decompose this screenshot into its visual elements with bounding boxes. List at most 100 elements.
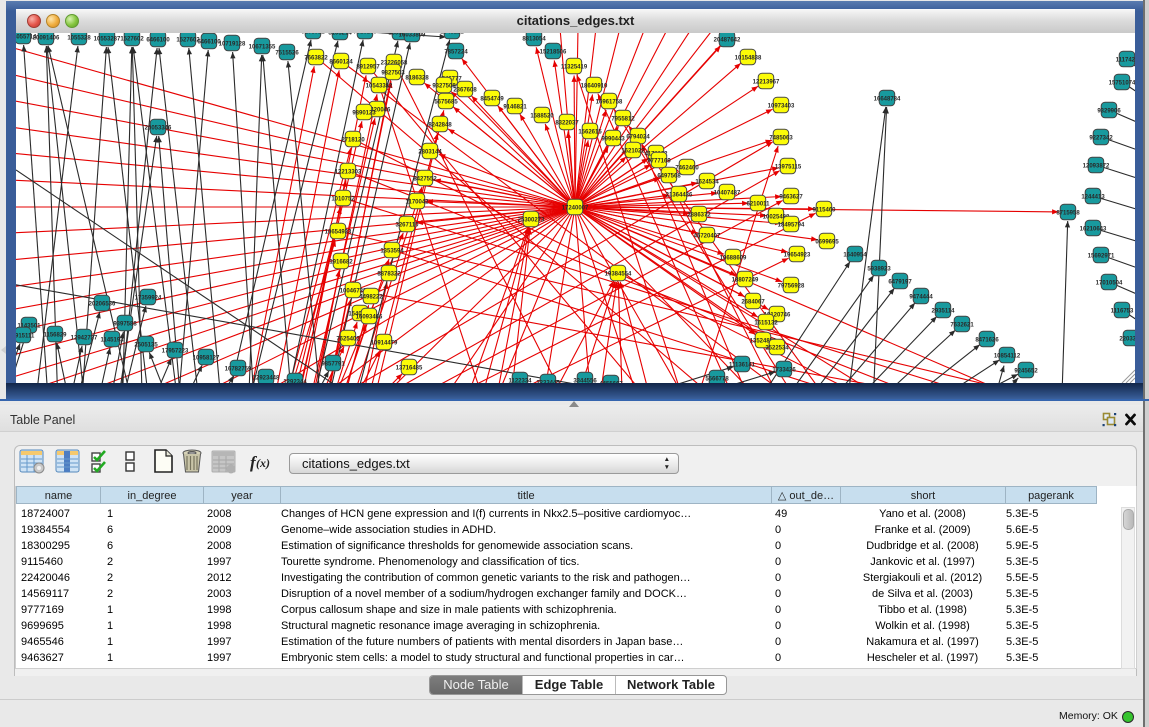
svg-text:2718120: 2718120 (341, 137, 365, 143)
svg-text:20487642: 20487642 (714, 37, 741, 43)
svg-text:8242848: 8242848 (428, 122, 452, 128)
svg-text:1916682: 1916682 (329, 259, 353, 265)
svg-text:9857791: 9857791 (321, 361, 345, 367)
svg-text:1117421: 1117421 (1116, 57, 1135, 63)
svg-text:2684067: 2684067 (741, 299, 765, 305)
svg-text:1353594: 1353594 (380, 248, 404, 254)
svg-text:7857224: 7857224 (444, 49, 468, 55)
svg-text:16648784: 16648784 (874, 96, 901, 102)
svg-text:17359924: 17359924 (135, 295, 162, 301)
svg-text:1615132: 1615132 (754, 320, 778, 326)
svg-text:10914479: 10914479 (371, 340, 398, 346)
svg-text:9146821: 9146821 (503, 104, 527, 110)
svg-text:10854112: 10854112 (994, 353, 1021, 359)
svg-text:6794024: 6794024 (626, 134, 650, 140)
svg-text:18807249: 18807249 (732, 277, 759, 283)
svg-text:12213967: 12213967 (753, 79, 780, 85)
svg-text:1621022: 1621022 (621, 148, 645, 154)
svg-text:1170042: 1170042 (405, 199, 429, 205)
svg-text:11325419: 11325419 (561, 64, 588, 70)
svg-text:1527602: 1527602 (120, 36, 144, 42)
svg-text:8912957: 8912957 (356, 64, 380, 70)
svg-text:1156829: 1156829 (43, 332, 67, 338)
svg-text:2505135: 2505135 (134, 342, 158, 348)
svg-text:10688609: 10688609 (720, 255, 747, 261)
svg-text:12942737: 12942737 (71, 335, 98, 341)
svg-text:7485063: 7485063 (769, 135, 793, 141)
svg-text:16961758: 16961758 (596, 99, 623, 105)
svg-text:10543382: 10543382 (366, 83, 393, 89)
svg-text:10553287: 10553287 (94, 36, 121, 42)
svg-text:0699695: 0699695 (815, 239, 839, 245)
svg-text:16210643: 16210643 (1080, 226, 1107, 232)
svg-text:15692971: 15692971 (1088, 253, 1115, 259)
svg-text:20091406: 20091406 (33, 35, 60, 41)
svg-text:13716485: 13716485 (396, 365, 423, 371)
svg-text:16093466: 16093466 (356, 314, 383, 320)
svg-text:8660124: 8660124 (329, 59, 353, 65)
svg-text:7663822: 7663822 (304, 55, 328, 61)
svg-text:45720407: 45720407 (694, 233, 721, 239)
svg-text:7462460: 7462460 (675, 165, 699, 171)
svg-text:8813054: 8813054 (522, 36, 546, 42)
svg-text:9329906: 9329906 (1097, 108, 1121, 114)
svg-text:12923448: 12923448 (253, 375, 280, 381)
svg-text:1624534: 1624534 (695, 179, 719, 185)
svg-text:7515526: 7515526 (275, 50, 299, 56)
svg-text:8878322: 8878322 (377, 271, 401, 277)
svg-text:19384554: 19384554 (605, 271, 632, 277)
svg-text:2522534: 2522534 (765, 345, 789, 351)
svg-text:1588520: 1588520 (530, 113, 554, 119)
svg-text:10154838: 10154838 (735, 55, 762, 61)
svg-text:16782759: 16782759 (225, 366, 252, 372)
svg-text:3267110: 3267110 (395, 222, 419, 228)
svg-text:5675685: 5675685 (434, 99, 458, 105)
svg-text:9990443: 9990443 (601, 136, 625, 142)
svg-text:17957223: 17957223 (162, 348, 189, 354)
svg-text:7616100: 7616100 (353, 33, 377, 35)
svg-text:10654933: 10654933 (325, 229, 352, 235)
svg-text:20053346: 20053346 (145, 125, 172, 131)
svg-text:1116753: 1116753 (1111, 308, 1134, 314)
svg-text:10973403: 10973403 (768, 103, 795, 109)
svg-text:10958127: 10958127 (193, 355, 220, 361)
svg-text:9397588: 9397588 (113, 321, 137, 327)
svg-text:2803144: 2803144 (418, 149, 442, 155)
svg-text:15751074: 15751074 (1109, 80, 1135, 86)
svg-text:10407487: 10407487 (714, 190, 741, 196)
svg-text:2367608: 2367608 (453, 87, 477, 93)
svg-text:8427552: 8427552 (413, 176, 437, 182)
svg-text:18640910: 18640910 (581, 83, 608, 89)
svg-text:11136141: 11136141 (729, 362, 756, 368)
svg-text:2886372: 2886372 (687, 212, 711, 218)
svg-text:25300273: 25300273 (518, 217, 545, 223)
svg-text:1640954: 1640954 (843, 252, 867, 258)
svg-text:9105912: 9105912 (301, 33, 325, 35)
svg-text:15218506: 15218506 (540, 49, 567, 55)
svg-text:79756928: 79756928 (778, 283, 805, 289)
svg-text:1733426: 1733426 (772, 367, 796, 373)
svg-text:8105214: 8105214 (328, 33, 352, 36)
svg-text:7625402: 7625402 (336, 336, 360, 342)
svg-text:8471626: 8471626 (975, 337, 999, 343)
svg-text:(x): (x) (256, 456, 270, 470)
svg-text:2203340: 2203340 (1119, 336, 1135, 342)
svg-text:6210011: 6210011 (746, 201, 770, 207)
svg-text:17010504: 17010504 (1096, 280, 1123, 286)
svg-text:3915111: 3915111 (16, 333, 35, 339)
svg-text:9115460: 9115460 (812, 207, 836, 213)
svg-text:9827503: 9827503 (381, 70, 405, 76)
svg-text:6466100: 6466100 (146, 37, 170, 43)
svg-text:9474444: 9474444 (909, 294, 933, 300)
svg-text:18495794: 18495794 (778, 222, 805, 228)
svg-text:9227342: 9227342 (1089, 135, 1113, 141)
svg-text:9890123: 9890123 (352, 110, 376, 116)
svg-text:1055328: 1055328 (67, 35, 91, 41)
svg-text:7632621: 7632621 (950, 322, 974, 328)
svg-text:1244413: 1244413 (1081, 194, 1105, 200)
svg-text:13975115: 13975115 (775, 164, 802, 170)
svg-text:16033809: 16033809 (399, 33, 426, 38)
svg-text:4498222: 4498222 (359, 294, 383, 300)
svg-text:7955812: 7955812 (611, 116, 635, 122)
svg-text:5938923: 5938923 (867, 266, 891, 272)
